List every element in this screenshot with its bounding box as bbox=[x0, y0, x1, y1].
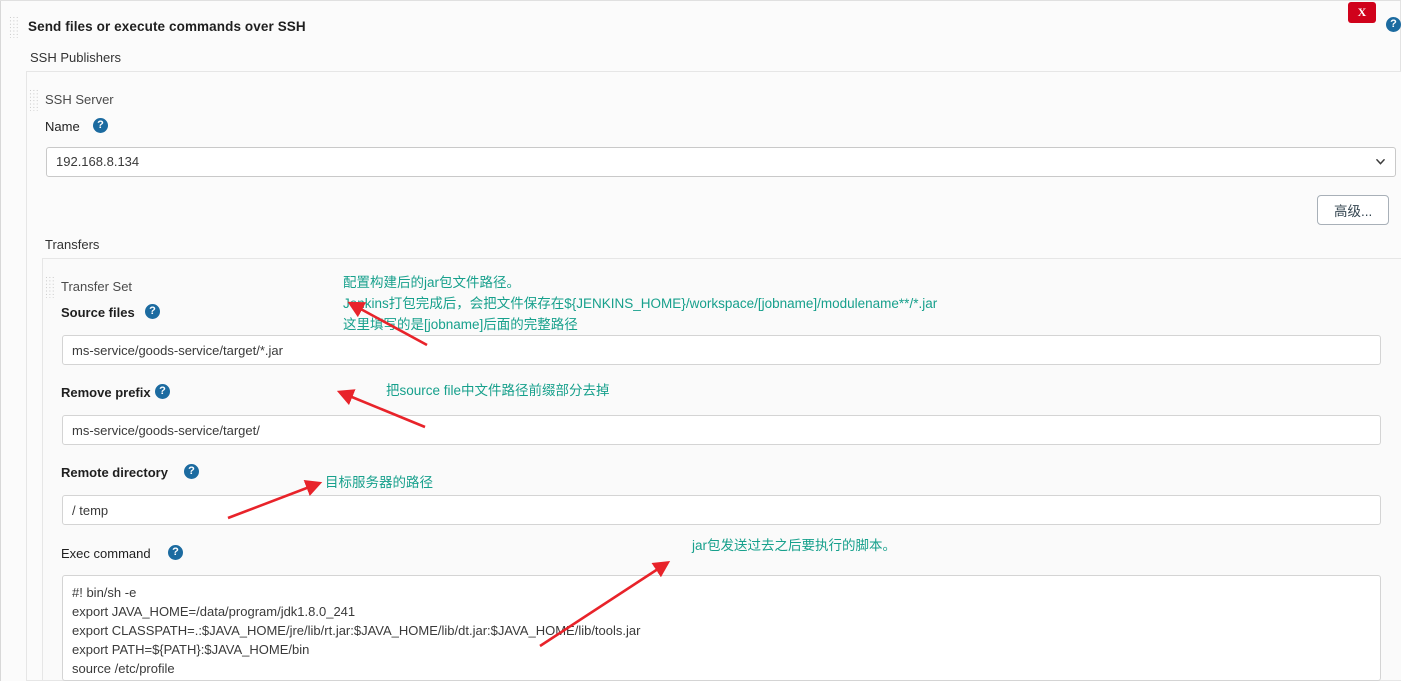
transfer-set-label: Transfer Set bbox=[61, 279, 133, 294]
exec-command-label: Exec command bbox=[61, 546, 151, 561]
source-files-label: Source files bbox=[61, 305, 135, 320]
annotation-exec-command: jar包发送过去之后要执行的脚本。 bbox=[692, 538, 897, 553]
page-title: Send files or execute commands over SSH bbox=[28, 19, 306, 34]
remote-directory-help-icon[interactable]: ? bbox=[184, 464, 199, 479]
source-files-help-icon[interactable]: ? bbox=[145, 304, 160, 319]
ssh-server-group-label: SSH Server bbox=[45, 92, 114, 107]
exec-command-textarea[interactable] bbox=[62, 575, 1381, 681]
remove-prefix-help-icon[interactable]: ? bbox=[155, 384, 170, 399]
chevron-down-icon bbox=[1376, 159, 1385, 165]
annotation-remove-prefix: 把source file中文件路径前缀部分去掉 bbox=[386, 383, 610, 398]
drag-handle-grip-root[interactable] bbox=[9, 16, 20, 38]
remove-prefix-input[interactable] bbox=[62, 415, 1381, 445]
remote-directory-label: Remote directory bbox=[61, 465, 168, 480]
exec-command-help-icon[interactable]: ? bbox=[168, 545, 183, 560]
name-label: Name bbox=[45, 119, 80, 134]
help-circle-icon[interactable]: ? bbox=[1386, 17, 1401, 32]
ssh-server-name-value: 192.168.8.134 bbox=[56, 154, 140, 169]
source-files-input[interactable] bbox=[62, 335, 1381, 365]
remove-prefix-label: Remove prefix bbox=[61, 385, 151, 400]
transfers-label: Transfers bbox=[45, 237, 100, 252]
drag-handle-grip-transfer-set[interactable] bbox=[45, 276, 56, 298]
advanced-button[interactable]: 高级... bbox=[1317, 195, 1390, 225]
remote-directory-input[interactable] bbox=[62, 495, 1381, 525]
drag-handle-grip-ssh-server[interactable] bbox=[29, 89, 40, 111]
top-divider bbox=[0, 0, 1401, 1]
ssh-server-name-select[interactable]: 192.168.8.134 bbox=[46, 147, 1396, 177]
annotation-source-files: 配置构建后的jar包文件路径。 Jenkins打包完成后，会把文件保存在${JE… bbox=[343, 275, 938, 332]
name-help-icon[interactable]: ? bbox=[93, 118, 108, 133]
annotation-remote-directory: 目标服务器的路径 bbox=[325, 475, 433, 490]
close-button[interactable]: X bbox=[1348, 2, 1376, 23]
ssh-publisher-config-page: Send files or execute commands over SSH … bbox=[0, 0, 1401, 681]
ssh-publishers-label: SSH Publishers bbox=[30, 50, 122, 65]
